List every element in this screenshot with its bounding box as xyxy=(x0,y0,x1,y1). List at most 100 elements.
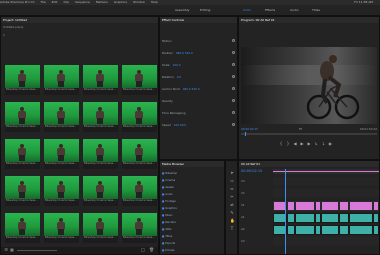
media-browser-item[interactable]: ■ Assets xyxy=(162,185,174,191)
slip-tool-icon[interactable]: ⇄ xyxy=(230,203,234,207)
clip-thumbnail[interactable]: Bikeshop Cinema Sess... xyxy=(5,139,40,169)
mark-in-icon[interactable]: { xyxy=(279,142,283,146)
workspace-editing[interactable]: Editing xyxy=(200,5,210,15)
keyframe-toggle-icon[interactable] xyxy=(232,111,235,114)
zoom-slider[interactable] xyxy=(17,250,57,251)
audio-clip[interactable] xyxy=(339,213,349,223)
tab-project[interactable]: Project: Untitled xyxy=(3,18,27,22)
clip-thumbnail[interactable]: Bikeshop Cinema Sess... xyxy=(122,176,157,206)
clip-thumbnail[interactable]: Bikeshop Cinema Sess... xyxy=(83,176,118,206)
playhead[interactable] xyxy=(245,132,246,136)
effect-row-value[interactable]: 960.0 540.0 xyxy=(183,87,200,91)
keyframe-toggle-icon[interactable] xyxy=(232,39,235,42)
clip-thumbnail[interactable]: Bikeshop Cinema Sess... xyxy=(5,213,40,243)
effect-row[interactable]: Scale 100.0 xyxy=(162,63,181,67)
menu-clip[interactable]: Clip xyxy=(63,0,69,4)
track-label[interactable]: A3 xyxy=(241,239,245,243)
clip-thumbnail[interactable]: Bikeshop Cinema Sess... xyxy=(44,65,79,95)
keyframe-toggle-icon[interactable] xyxy=(232,75,235,78)
work-area-bar[interactable] xyxy=(273,171,379,172)
audio-clip[interactable] xyxy=(373,213,379,223)
video-clip[interactable] xyxy=(349,201,373,211)
clip-thumbnail[interactable]: Bikeshop Cinema Sess... xyxy=(122,213,157,243)
keyframe-toggle-icon[interactable] xyxy=(232,99,235,102)
tab-effect-controls[interactable]: Effect Controls xyxy=(162,18,184,22)
new-item-icon[interactable]: □ xyxy=(141,248,145,252)
media-browser-item[interactable]: ■ Proxies xyxy=(162,248,175,254)
menu-graphics[interactable]: Graphics xyxy=(114,0,127,4)
track-select-icon[interactable]: ⇨ xyxy=(230,179,234,183)
timeline-track[interactable] xyxy=(273,237,379,245)
menu-markers[interactable]: Markers xyxy=(96,0,108,4)
clip-thumbnail[interactable]: Bikeshop Cinema Sess... xyxy=(83,139,118,169)
audio-clip[interactable] xyxy=(373,225,379,235)
ripple-edit-icon[interactable]: ⇔ xyxy=(230,187,234,191)
list-view-icon[interactable]: ☰ xyxy=(4,248,8,252)
clip-thumbnail[interactable]: Bikeshop Cinema Sess... xyxy=(5,176,40,206)
clip-thumbnail[interactable]: Bikeshop Cinema Sess... xyxy=(44,102,79,132)
audio-clip[interactable] xyxy=(295,225,315,235)
program-video-frame[interactable] xyxy=(241,47,377,124)
program-scrubber[interactable] xyxy=(241,132,377,136)
tab-sequence[interactable]: 00 All Ref 01 xyxy=(241,162,260,166)
play-icon[interactable]: ▶ xyxy=(300,142,304,146)
clip-thumbnail[interactable]: Bikeshop Cinema Sess... xyxy=(83,102,118,132)
overwrite-icon[interactable]: ↴ xyxy=(321,142,325,146)
keyframe-toggle-icon[interactable] xyxy=(232,87,235,90)
effect-row-value[interactable]: 960.0 540.0 xyxy=(176,51,193,55)
track-label[interactable]: A1 xyxy=(241,215,245,219)
media-browser-item[interactable]: ■ Exports xyxy=(162,241,175,247)
search-icon[interactable]: ⚲ xyxy=(3,34,5,37)
media-browser-item[interactable]: ■ Stills xyxy=(162,227,171,233)
effect-row-value[interactable]: 0.0 xyxy=(177,75,181,79)
type-tool-icon[interactable]: T xyxy=(230,227,234,231)
clip-thumbnail[interactable]: Bikeshop Cinema Sess... xyxy=(83,65,118,95)
clip-thumbnail[interactable]: Bikeshop Cinema Sess... xyxy=(122,102,157,132)
effect-row[interactable]: Position 960.0 540.0 xyxy=(162,51,193,55)
effect-row[interactable]: Speed 100.00% xyxy=(162,123,186,127)
program-timecode[interactable]: 00:00:02:15 xyxy=(241,127,258,131)
step-forward-icon[interactable]: ▶ xyxy=(307,142,311,146)
clip-thumbnail[interactable]: Bikeshop Cinema Sess... xyxy=(5,102,40,132)
menu-help[interactable]: Help xyxy=(151,0,158,4)
selection-tool-icon[interactable]: ➤ xyxy=(230,171,234,175)
timeline-track[interactable] xyxy=(273,177,379,185)
media-browser-item[interactable]: ■ Audio xyxy=(162,192,173,198)
clip-thumbnail[interactable]: Bikeshop Cinema Sess... xyxy=(122,139,157,169)
tab-media-browser[interactable]: Media Browser xyxy=(162,162,184,166)
effect-row[interactable]: Time Remapping xyxy=(162,111,186,115)
tab-program[interactable]: Program: 00 All Ref 01 xyxy=(241,18,275,22)
workspace-titles[interactable]: Titles xyxy=(312,5,320,15)
media-browser-item[interactable]: ■ Bikeshop xyxy=(162,171,177,177)
mark-out-icon[interactable]: } xyxy=(286,142,290,146)
clip-thumbnail[interactable]: Bikeshop Cinema Sess... xyxy=(44,176,79,206)
track-label[interactable]: V3 xyxy=(241,179,245,183)
hand-tool-icon[interactable]: ✋ xyxy=(230,219,235,223)
media-browser-item[interactable]: ■ Titles xyxy=(162,234,172,240)
menu-sequence[interactable]: Sequence xyxy=(75,0,90,4)
clip-thumbnail[interactable]: Bikeshop Cinema Sess... xyxy=(5,65,40,95)
razor-tool-icon[interactable]: ✂ xyxy=(230,195,234,199)
effect-row-value[interactable]: 100.00% xyxy=(174,123,186,127)
keyframe-toggle-icon[interactable] xyxy=(232,63,235,66)
media-browser-item[interactable]: ■ Cinema xyxy=(162,178,175,184)
video-clip[interactable] xyxy=(295,201,315,211)
video-clip[interactable] xyxy=(321,201,339,211)
clip-thumbnail[interactable]: Bikeshop Cinema Sess... xyxy=(44,213,79,243)
clip-thumbnail[interactable]: Bikeshop Cinema Sess... xyxy=(44,139,79,169)
insert-icon[interactable]: ↳ xyxy=(314,142,318,146)
menu-file[interactable]: File xyxy=(41,0,46,4)
trash-icon[interactable]: 🗑 xyxy=(149,248,154,252)
effect-row[interactable]: Rotation 0.0 xyxy=(162,75,181,79)
video-clip[interactable] xyxy=(373,201,379,211)
fit-dropdown[interactable]: Fit xyxy=(299,127,302,131)
timeline-timecode[interactable]: 00:00:02:15 xyxy=(241,169,262,173)
step-back-icon[interactable]: ◀ xyxy=(293,142,297,146)
media-browser-item[interactable]: ■ Music xyxy=(162,213,173,219)
audio-clip[interactable] xyxy=(287,213,295,223)
workspace-assembly[interactable]: Assembly xyxy=(175,5,189,15)
workspace-color[interactable]: Color xyxy=(243,5,251,15)
export-frame-icon[interactable]: ◉ xyxy=(328,142,332,146)
menu-window[interactable]: Window xyxy=(133,0,145,4)
audio-clip[interactable] xyxy=(339,225,349,235)
